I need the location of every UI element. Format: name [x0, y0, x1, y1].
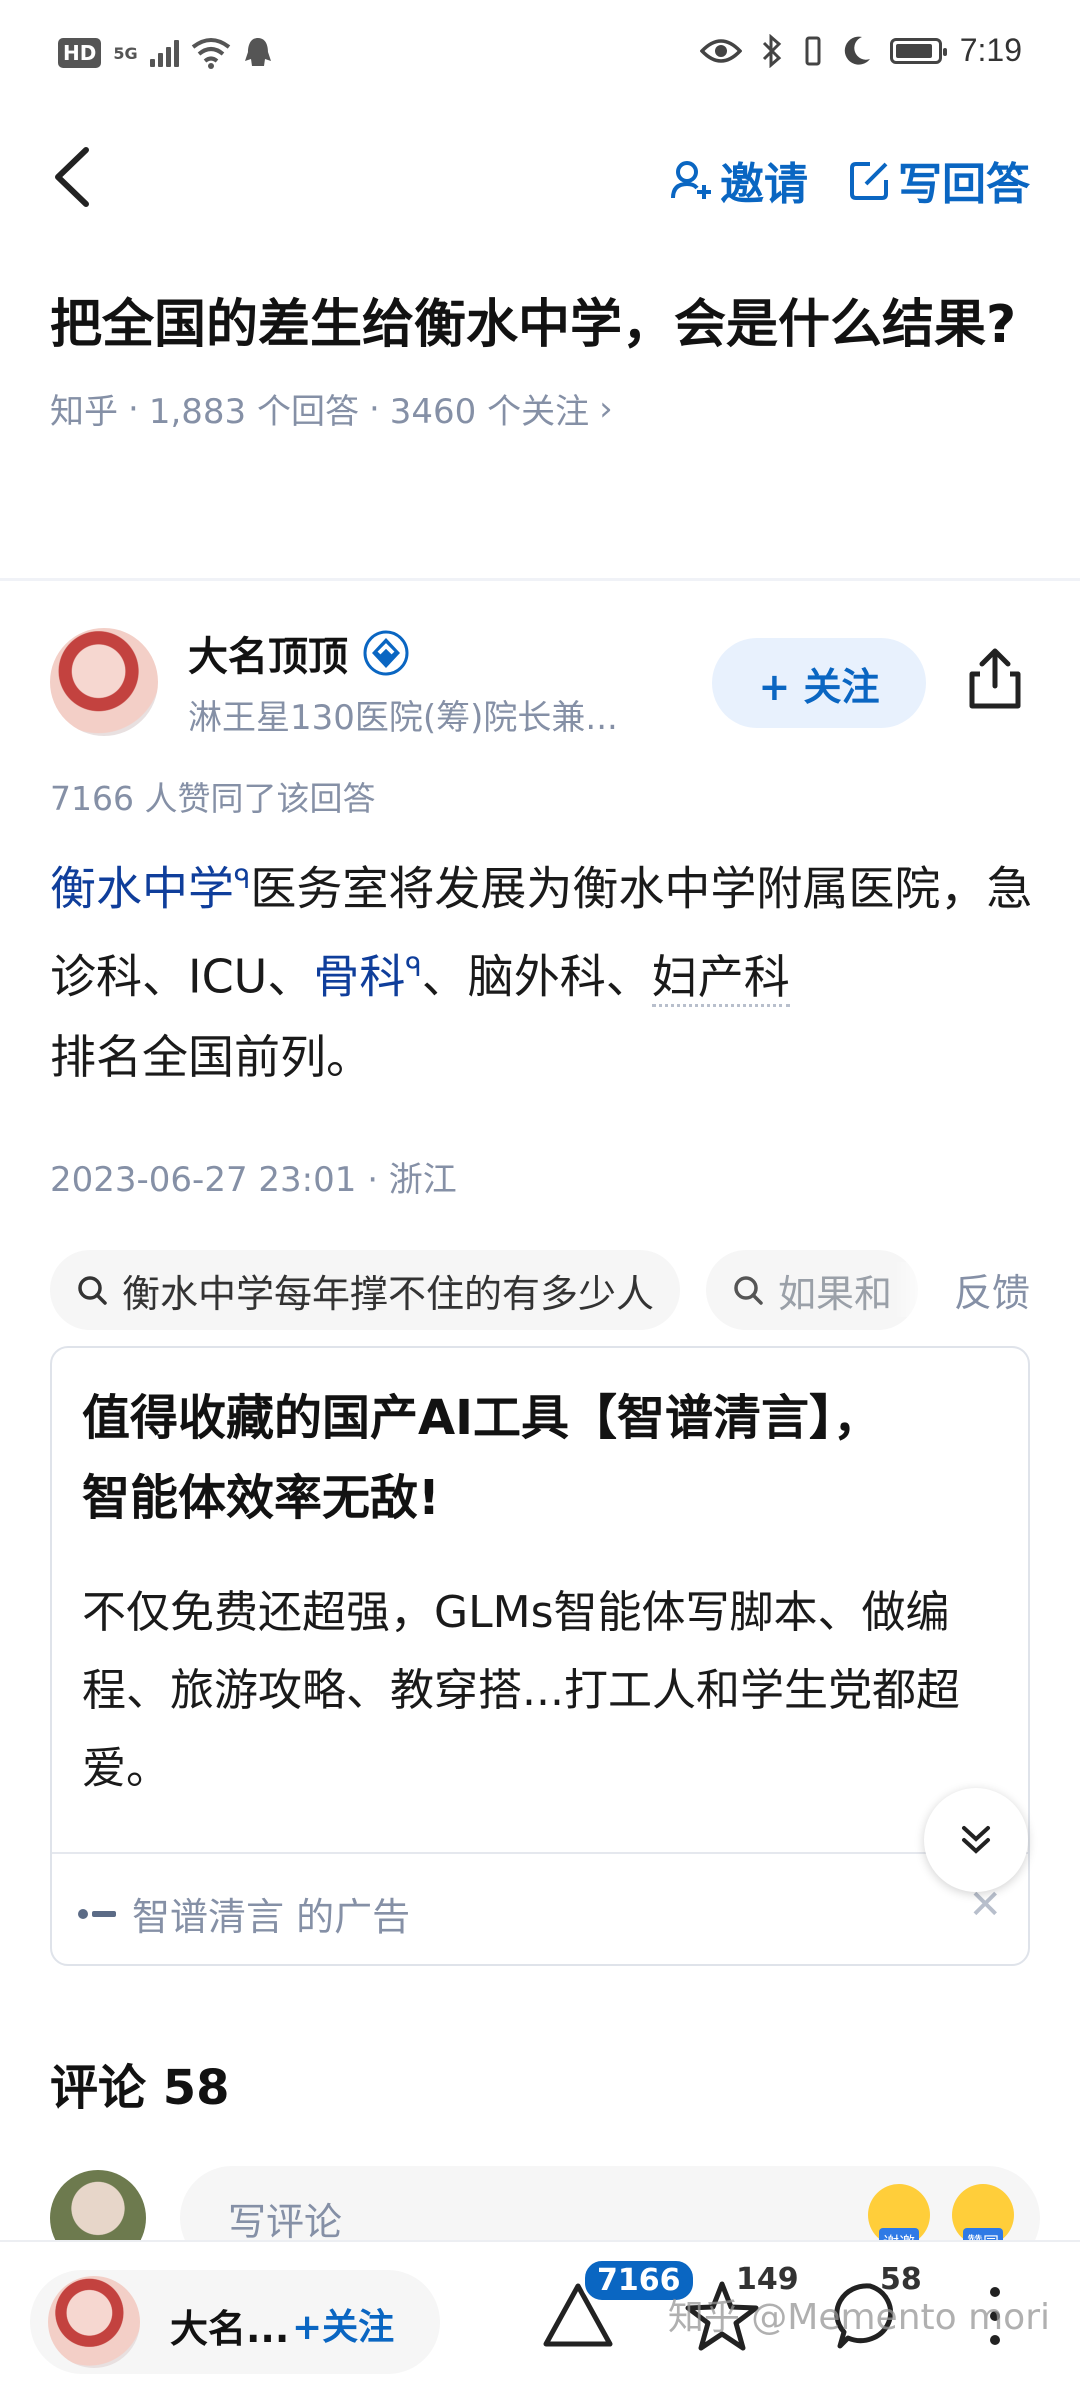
wifi-icon [191, 38, 230, 69]
verified-badge-icon [363, 630, 409, 676]
author-name-row[interactable]: 大名顶顶 [188, 624, 410, 682]
edit-icon [850, 162, 888, 200]
search-link[interactable]: 骨科 [313, 950, 405, 1004]
follow-button[interactable]: + 关注 [712, 638, 926, 728]
moon-icon [844, 36, 870, 65]
watermark: 知乎 @Memento mori [667, 2297, 1050, 2338]
invite-button[interactable]: 邀请 [670, 148, 808, 212]
ad-title: 值得收藏的国产AI工具【智谱清言】，智能体效率无敌! [82, 1390, 882, 1526]
vibrate-icon [805, 36, 821, 65]
answer-content: 衡水中学ᑫ医务室将发展为衡水中学附属医院，急诊科、ICU、骨科ᑫ、脑外科、妇产科… [50, 840, 1040, 1097]
author-name-short: 大名... [170, 2307, 290, 2351]
related-search-chip[interactable]: 如果和 [706, 1250, 919, 1330]
comments-heading: 评论 58 [50, 2060, 230, 2116]
signal-icon [149, 39, 179, 67]
qq-icon [244, 38, 271, 66]
answer-count: 1,883 个回答 [148, 392, 359, 432]
author-pill[interactable]: 大名... +关注 [30, 2270, 440, 2374]
invite-user-icon [671, 161, 711, 199]
question-source: 知乎 [50, 392, 118, 432]
bluetooth-icon [762, 33, 781, 68]
expand-button[interactable] [924, 1788, 1028, 1892]
section-divider [0, 578, 1080, 581]
write-answer-label: 写回答 [898, 159, 1030, 210]
follower-count: 3460 个关注 [389, 392, 590, 432]
answer-text: 、脑外科、 [421, 949, 652, 1004]
author-avatar-small [48, 2276, 140, 2368]
bottom-action-bar: 大名... +关注 7166 149 58 知乎 @Memento mori [0, 2240, 1080, 2388]
search-link[interactable]: 衡水中学 [50, 861, 234, 915]
search-icon [734, 1276, 763, 1305]
search-icon [78, 1276, 107, 1305]
eye-icon [699, 38, 742, 63]
answer-timestamp: 2023-06-27 23:01 · 浙江 [50, 1160, 457, 1200]
author-name: 大名顶顶 [188, 634, 348, 680]
sponsor-logo-icon [78, 1906, 120, 1922]
search-icon: ᑫ [234, 865, 251, 895]
double-chevron-down-icon [962, 1826, 990, 1854]
hd-icon: HD [58, 38, 102, 68]
upvote-summary: 7166 人赞同了该回答 [50, 779, 376, 818]
thanks-emoji-icon[interactable]: 谢邀 [868, 2184, 930, 2254]
invite-label: 邀请 [720, 159, 808, 210]
ad-description: 不仅免费还超强，GLMs智能体写脚本、做编程、旅游攻略、教穿搭...打工人和学生… [82, 1587, 960, 1794]
annotated-term[interactable]: 妇产科 [651, 949, 790, 1007]
feedback-link[interactable]: 反馈 [893, 1262, 1030, 1317]
annotated-term: 排名全国前列。 [50, 1029, 372, 1084]
meta-separator: · [128, 388, 139, 429]
question-meta[interactable]: 知乎 · 1,883 个回答 · 3460 个关注 › [50, 384, 1040, 433]
related-search-chip[interactable]: 衡水中学每年撑不住的有多少人 [50, 1250, 681, 1330]
network-label: 5G [113, 43, 138, 63]
question-title[interactable]: 把全国的差生给衡水中学，会是什么结果? [50, 280, 1040, 370]
author-avatar[interactable] [50, 628, 158, 736]
share-icon[interactable] [960, 644, 1030, 714]
ad-footer: 智谱清言 的广告 [78, 1886, 410, 1941]
battery-icon [889, 37, 947, 64]
follow-button-small[interactable]: +关注 [292, 2298, 394, 2350]
back-arrow-icon[interactable] [46, 142, 106, 212]
author-description: 淋王星130医院(筹)院长兼... [188, 698, 618, 738]
search-icon: ᑫ [405, 953, 422, 984]
agree-emoji-icon[interactable]: 赞同 [952, 2184, 1014, 2254]
chevron-right-icon: › [599, 388, 613, 429]
ad-divider [52, 1852, 1028, 1854]
nav-bar: 邀请 写回答 [0, 120, 1080, 230]
question-header: 把全国的差生给衡水中学，会是什么结果? 知乎 · 1,883 个回答 · 346… [50, 280, 1040, 433]
ad-sponsor: 智谱清言 的广告 [132, 1895, 411, 1939]
clock: 7:19 [959, 32, 1022, 68]
author-row: 大名顶顶 淋王星130医院(筹)院长兼... + 关注 [50, 624, 1050, 754]
write-answer-button[interactable]: 写回答 [848, 148, 1030, 212]
chip-label: 如果和 [778, 1271, 893, 1316]
meta-separator: · [368, 388, 380, 429]
ad-card[interactable]: 值得收藏的国产AI工具【智谱清言】，智能体效率无敌! 不仅免费还超强，GLMs智… [50, 1346, 1030, 1966]
chip-label: 衡水中学每年撑不住的有多少人 [122, 1271, 655, 1316]
status-bar: HD 5G 7:19 [0, 0, 1080, 110]
